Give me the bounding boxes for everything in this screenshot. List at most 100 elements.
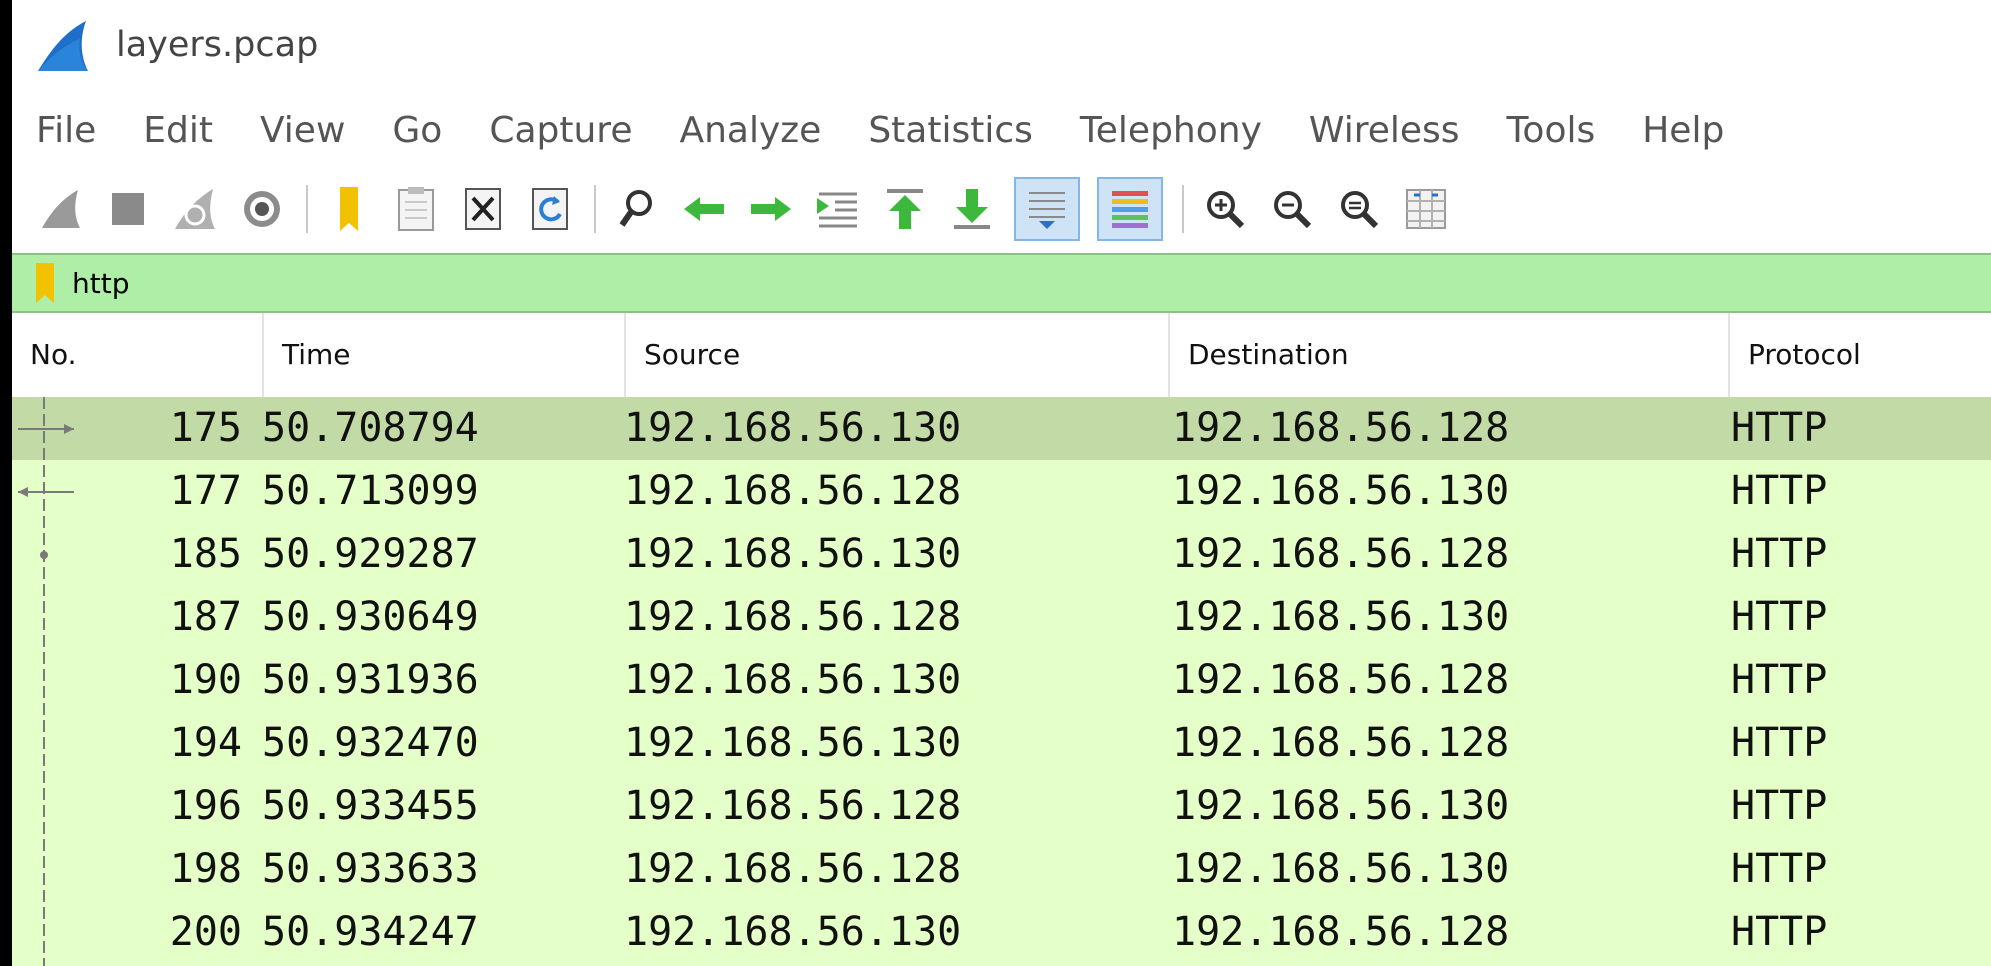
cell-no: 177: [169, 468, 242, 514]
table-row[interactable]: 190 50.931936 192.168.56.130 192.168.56.128…: [12, 649, 1991, 712]
cell-time: 50.929287: [262, 531, 479, 577]
cell-time: 50.933633: [262, 846, 479, 892]
menu-edit[interactable]: Edit: [143, 110, 213, 151]
table-row[interactable]: 185 50.929287 192.168.56.130 192.168.56.128…: [12, 523, 1991, 586]
menu-wireless[interactable]: Wireless: [1309, 110, 1460, 151]
column-header-time[interactable]: Time: [264, 313, 626, 397]
menu-help[interactable]: Help: [1642, 110, 1724, 151]
cell-source: 192.168.56.128: [624, 846, 962, 892]
menu-tools[interactable]: Tools: [1507, 110, 1596, 151]
zoom-out-icon[interactable]: [1267, 180, 1317, 238]
file-set-icon[interactable]: [391, 180, 441, 238]
cell-source: 192.168.56.130: [624, 657, 962, 703]
zoom-in-icon[interactable]: [1200, 180, 1250, 238]
table-row[interactable]: 194 50.932470 192.168.56.130 192.168.56.128…: [12, 712, 1991, 775]
cell-destination: 192.168.56.128: [1172, 531, 1510, 577]
autoscroll-icon[interactable]: [1014, 177, 1080, 241]
cell-destination: 192.168.56.130: [1172, 783, 1510, 829]
cell-source: 192.168.56.130: [624, 531, 962, 577]
cell-protocol: HTTP: [1731, 657, 1828, 703]
column-header-source[interactable]: Source: [626, 313, 1170, 397]
window-title: layers.pcap: [116, 25, 319, 65]
normal-size-icon[interactable]: [1334, 180, 1384, 238]
capture-options-gear-icon[interactable]: [237, 180, 287, 238]
display-filter-input[interactable]: http: [72, 267, 129, 300]
display-filter-bar: http: [12, 253, 1991, 313]
shark-fin-start-icon[interactable]: [36, 180, 86, 238]
go-first-packet-icon[interactable]: [880, 180, 930, 238]
cell-no: 194: [169, 720, 242, 766]
colorize-icon[interactable]: [1097, 177, 1163, 241]
close-file-icon[interactable]: [458, 180, 508, 238]
cell-source: 192.168.56.128: [624, 783, 962, 829]
menu-statistics[interactable]: Statistics: [868, 110, 1033, 151]
menu-bar: File Edit View Go Capture Analyze Statis…: [12, 90, 1991, 170]
cell-time: 50.713099: [262, 468, 479, 514]
cell-no: 185: [169, 531, 242, 577]
menu-telephony[interactable]: Telephony: [1080, 110, 1262, 151]
cell-source: 192.168.56.130: [624, 909, 962, 955]
cell-protocol: HTTP: [1731, 594, 1828, 640]
table-row[interactable]: 198 50.933633 192.168.56.128 192.168.56.130…: [12, 838, 1991, 901]
menu-file[interactable]: File: [36, 110, 96, 151]
menu-analyze[interactable]: Analyze: [679, 110, 821, 151]
filter-bookmark-icon[interactable]: [34, 263, 56, 303]
cell-source: 192.168.56.130: [624, 405, 962, 451]
main-toolbar: [12, 170, 1991, 248]
stop-square-icon[interactable]: [103, 180, 153, 238]
cell-protocol: HTTP: [1731, 909, 1828, 955]
cell-source: 192.168.56.130: [624, 720, 962, 766]
column-header-destination[interactable]: Destination: [1170, 313, 1730, 397]
cell-protocol: HTTP: [1731, 783, 1828, 829]
toolbar-separator: [306, 185, 308, 233]
cell-destination: 192.168.56.128: [1172, 720, 1510, 766]
cell-protocol: HTTP: [1731, 468, 1828, 514]
column-header-protocol[interactable]: Protocol: [1730, 313, 1991, 397]
cell-time: 50.934247: [262, 909, 479, 955]
menu-view[interactable]: View: [260, 110, 345, 151]
cell-no: 187: [169, 594, 242, 640]
table-row[interactable]: 177 50.713099 192.168.56.128 192.168.56.130…: [12, 460, 1991, 523]
go-back-icon[interactable]: [679, 180, 729, 238]
title-bar: layers.pcap: [12, 0, 1991, 90]
cell-protocol: HTTP: [1731, 846, 1828, 892]
packet-list-header: No. Time Source Destination Protocol: [12, 313, 1991, 398]
toolbar-separator: [1182, 185, 1184, 233]
cell-destination: 192.168.56.128: [1172, 909, 1510, 955]
cell-protocol: HTTP: [1731, 405, 1828, 451]
cell-no: 200: [169, 909, 242, 955]
cell-destination: 192.168.56.128: [1172, 657, 1510, 703]
wireshark-fin-icon: [38, 21, 88, 71]
go-last-packet-icon[interactable]: [947, 180, 997, 238]
cell-time: 50.708794: [262, 405, 479, 451]
cell-destination: 192.168.56.128: [1172, 405, 1510, 451]
cell-destination: 192.168.56.130: [1172, 468, 1510, 514]
cell-no: 198: [169, 846, 242, 892]
cell-time: 50.933455: [262, 783, 479, 829]
find-packet-icon[interactable]: [612, 180, 662, 238]
cell-time: 50.930649: [262, 594, 479, 640]
cell-no: 196: [169, 783, 242, 829]
cell-source: 192.168.56.128: [624, 594, 962, 640]
table-row[interactable]: 187 50.930649 192.168.56.128 192.168.56.130…: [12, 586, 1991, 649]
go-to-packet-icon[interactable]: [813, 180, 863, 238]
restart-capture-icon[interactable]: [170, 180, 220, 238]
cell-no: 175: [169, 405, 242, 451]
cell-protocol: HTTP: [1731, 720, 1828, 766]
reload-file-icon[interactable]: [525, 180, 575, 238]
column-header-no[interactable]: No.: [12, 313, 264, 397]
open-file-icon[interactable]: [324, 180, 374, 238]
table-row[interactable]: 196 50.933455 192.168.56.128 192.168.56.130…: [12, 775, 1991, 838]
table-row[interactable]: 200 50.934247 192.168.56.130 192.168.56.128…: [12, 901, 1991, 964]
table-row[interactable]: 175 50.708794 192.168.56.130 192.168.56.128…: [12, 397, 1991, 460]
go-forward-icon[interactable]: [746, 180, 796, 238]
menu-capture[interactable]: Capture: [489, 110, 632, 151]
cell-protocol: HTTP: [1731, 531, 1828, 577]
cell-destination: 192.168.56.130: [1172, 846, 1510, 892]
menu-go[interactable]: Go: [392, 110, 442, 151]
cell-no: 190: [169, 657, 242, 703]
wireshark-window: layers.pcap File Edit View Go Capture An…: [12, 0, 1991, 966]
resize-columns-icon[interactable]: [1401, 180, 1451, 238]
cell-time: 50.931936: [262, 657, 479, 703]
cell-destination: 192.168.56.130: [1172, 594, 1510, 640]
